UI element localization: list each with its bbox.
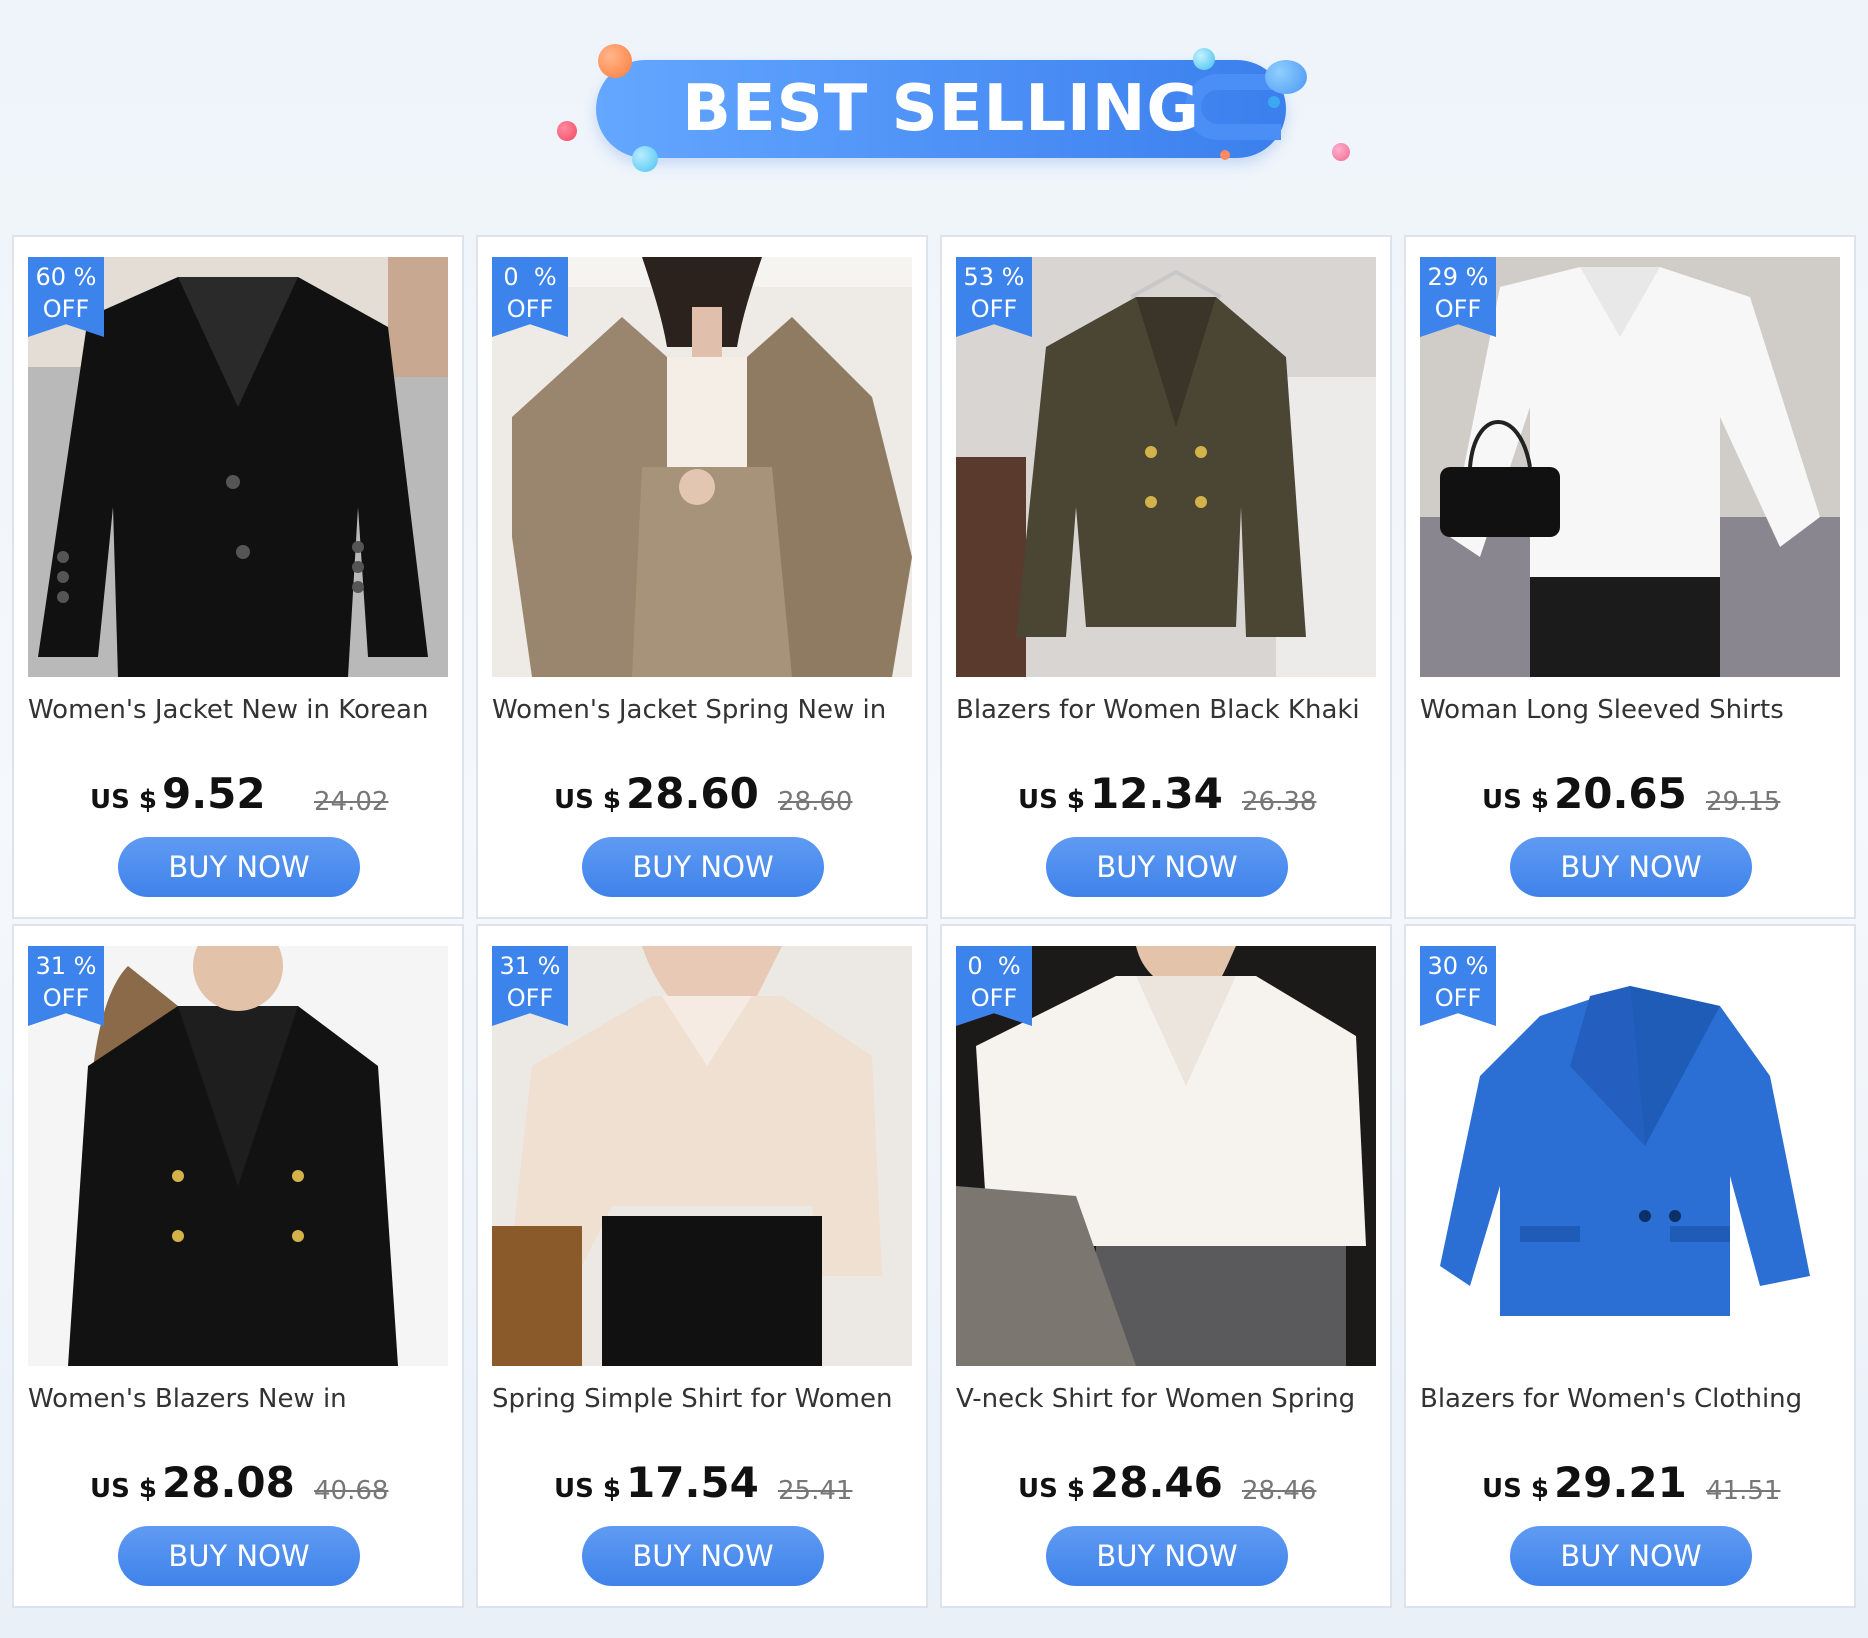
discount-percent: 31 % [499,952,561,980]
original-price: 40.68 [314,1476,389,1506]
product-card[interactable]: 0 % OFF Women's Jacket Spring New in US … [476,235,928,919]
sale-price: 28.60 [626,769,759,818]
product-title[interactable]: Woman Long Sleeved Shirts [1420,695,1840,725]
product-title[interactable]: Blazers for Women's Clothing [1420,1384,1840,1414]
product-title[interactable]: Blazers for Women Black Khaki [956,695,1376,725]
banner-title: BEST SELLING [682,72,1200,146]
original-price: 28.60 [778,787,853,817]
sale-price: 28.08 [162,1458,295,1507]
buy-now-button[interactable]: BUY NOW [1046,837,1288,897]
product-title[interactable]: Women's Jacket New in Korean [28,695,448,725]
currency-label: US $ [90,785,157,815]
original-price: 25.41 [778,1476,853,1506]
discount-percent: 0 % [967,952,1021,980]
product-title[interactable]: Women's Blazers New in [28,1384,448,1414]
discount-percent: 31 % [35,952,97,980]
buy-now-button[interactable]: BUY NOW [1510,1526,1752,1586]
discount-percent: 60 % [35,263,97,291]
price-row: US $ 28.46 28.46 [942,1458,1394,1514]
product-title[interactable]: Women's Jacket Spring New in [492,695,912,725]
price-row: US $ 9.52 24.02 [14,769,466,825]
buy-now-button[interactable]: BUY NOW [118,837,360,897]
buy-now-button[interactable]: BUY NOW [118,1526,360,1586]
product-card[interactable]: 31 % OFF Women's Blazers New in US $ 28.… [12,924,464,1608]
price-row: US $ 12.34 26.38 [942,769,1394,825]
product-title[interactable]: V-neck Shirt for Women Spring [956,1384,1376,1414]
discount-off-label: OFF [506,295,554,323]
original-price: 24.02 [314,787,389,817]
buy-now-button[interactable]: BUY NOW [582,1526,824,1586]
buy-now-button[interactable]: BUY NOW [1046,1526,1288,1586]
sale-price: 17.54 [626,1458,759,1507]
price-row: US $ 17.54 25.41 [478,1458,930,1514]
original-price: 29.15 [1706,787,1781,817]
currency-label: US $ [1018,1474,1085,1504]
decor-dot [1332,143,1350,161]
product-card[interactable]: 30 % OFF Blazers for Women's Clothing US… [1404,924,1856,1608]
currency-label: US $ [554,1474,621,1504]
product-card[interactable]: 0 % OFF V-neck Shirt for Women Spring US… [940,924,1392,1608]
best-selling-banner: BEST SELLING [0,0,1868,220]
discount-off-label: OFF [970,984,1018,1012]
sale-price: 9.52 [162,769,266,818]
currency-label: US $ [1482,785,1549,815]
original-price: 26.38 [1242,787,1317,817]
product-card[interactable]: 60 % OFF Women's Jacket New in Korean US… [12,235,464,919]
price-row: US $ 28.60 28.60 [478,769,930,825]
sale-price: 28.46 [1090,1458,1223,1507]
currency-label: US $ [1482,1474,1549,1504]
discount-percent: 29 % [1427,263,1489,291]
currency-label: US $ [1018,785,1085,815]
buy-now-button[interactable]: BUY NOW [582,837,824,897]
price-row: US $ 28.08 40.68 [14,1458,466,1514]
discount-percent: 0 % [503,263,557,291]
decor-dot [557,121,577,141]
price-row: US $ 20.65 29.15 [1406,769,1858,825]
discount-off-label: OFF [506,984,554,1012]
discount-percent: 53 % [963,263,1025,291]
discount-off-label: OFF [970,295,1018,323]
discount-off-label: OFF [1434,295,1482,323]
product-card[interactable]: 31 % OFF Spring Simple Shirt for Women U… [476,924,928,1608]
price-row: US $ 29.21 41.51 [1406,1458,1858,1514]
original-price: 28.46 [1242,1476,1317,1506]
buy-now-button[interactable]: BUY NOW [1510,837,1752,897]
currency-label: US $ [90,1474,157,1504]
sale-price: 20.65 [1554,769,1687,818]
currency-label: US $ [554,785,621,815]
sale-price: 12.34 [1090,769,1223,818]
product-card[interactable]: 29 % OFF Woman Long Sleeved Shirts US $ … [1404,235,1856,919]
discount-off-label: OFF [42,984,90,1012]
original-price: 41.51 [1706,1476,1781,1506]
discount-percent: 30 % [1427,952,1489,980]
discount-off-label: OFF [42,295,90,323]
discount-off-label: OFF [1434,984,1482,1012]
sale-price: 29.21 [1554,1458,1687,1507]
product-card[interactable]: 53 % OFF Blazers for Women Black Khaki U… [940,235,1392,919]
product-title[interactable]: Spring Simple Shirt for Women [492,1384,912,1414]
